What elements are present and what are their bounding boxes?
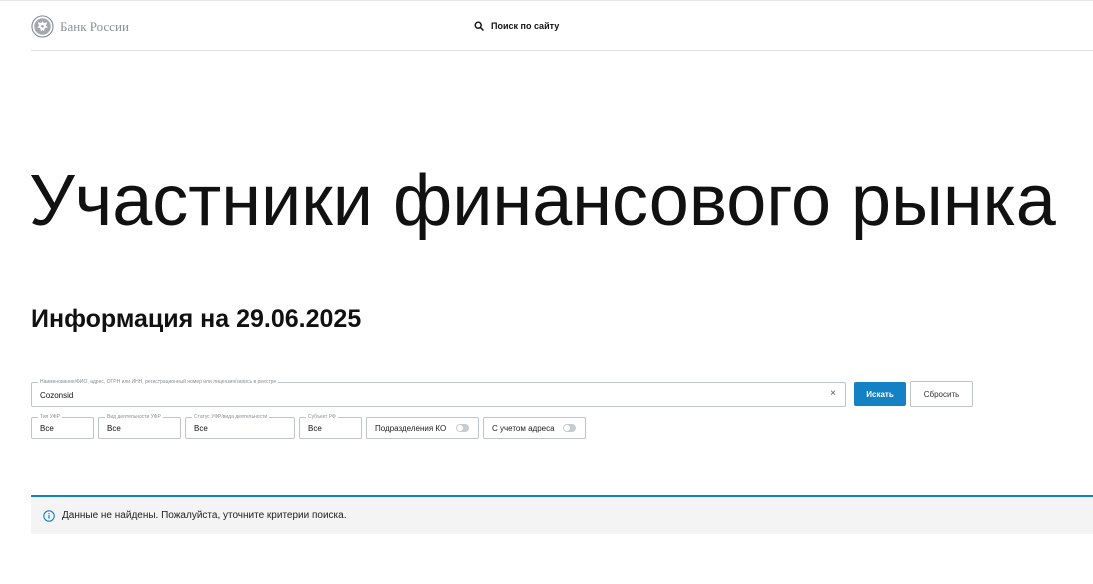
page-title: Участники финансового рынка	[29, 161, 1056, 241]
filter-legend: Статус УФР/вида деятельности	[192, 414, 270, 421]
no-results-notice: Данные не найдены. Пожалуйста, уточните …	[31, 495, 1093, 534]
toggle-label: Подразделения КО	[375, 423, 447, 433]
filter-value: Все	[308, 424, 322, 433]
filter-legend: Вид деятельности УФР	[105, 414, 163, 421]
bank-logo[interactable]: Банк России	[31, 15, 129, 38]
filter-value: Все	[107, 424, 121, 433]
info-icon	[43, 509, 55, 522]
filter-activity-type[interactable]: Вид деятельности УФР Все	[98, 414, 181, 439]
registry-search-field[interactable]: Наименование/ФИО, адрес, ОГРН или ИНН, р…	[31, 379, 846, 407]
toggle-switch[interactable]	[563, 424, 576, 432]
search-input-value[interactable]: Cozonsid	[40, 391, 73, 400]
filter-legend: Субъект РФ	[306, 414, 338, 421]
reset-button[interactable]: Сбросить	[910, 381, 973, 407]
clear-search-icon[interactable]: ×	[830, 389, 836, 399]
toggle-switch[interactable]	[456, 424, 469, 432]
filter-value: Все	[194, 424, 208, 433]
search-field-legend: Наименование/ФИО, адрес, ОГРН или ИНН, р…	[38, 379, 279, 386]
double-headed-eagle-icon	[31, 15, 54, 38]
filter-status[interactable]: Статус УФР/вида деятельности Все	[185, 414, 295, 439]
filter-ufr-type[interactable]: Тип УФР Все	[31, 414, 94, 439]
toggle-label: С учетом адреса	[492, 423, 555, 433]
site-search-button[interactable]: Поиск по сайту	[474, 21, 559, 31]
site-search-label: Поиск по сайту	[491, 21, 560, 31]
site-header: Банк России Поиск по сайту	[31, 0, 1093, 51]
search-icon	[474, 21, 484, 31]
toggle-with-address[interactable]: С учетом адреса	[483, 417, 586, 439]
toggle-ko-divisions[interactable]: Подразделения КО	[366, 417, 479, 439]
search-button[interactable]: Искать	[854, 382, 906, 406]
filter-legend: Тип УФР	[38, 414, 62, 421]
logo-text: Банк России	[60, 18, 129, 34]
filter-value: Все	[40, 424, 54, 433]
notice-text: Данные не найдены. Пожалуйста, уточните …	[62, 510, 347, 521]
filter-region[interactable]: Субъект РФ Все	[299, 414, 362, 439]
info-date-title: Информация на 29.06.2025	[31, 305, 362, 333]
